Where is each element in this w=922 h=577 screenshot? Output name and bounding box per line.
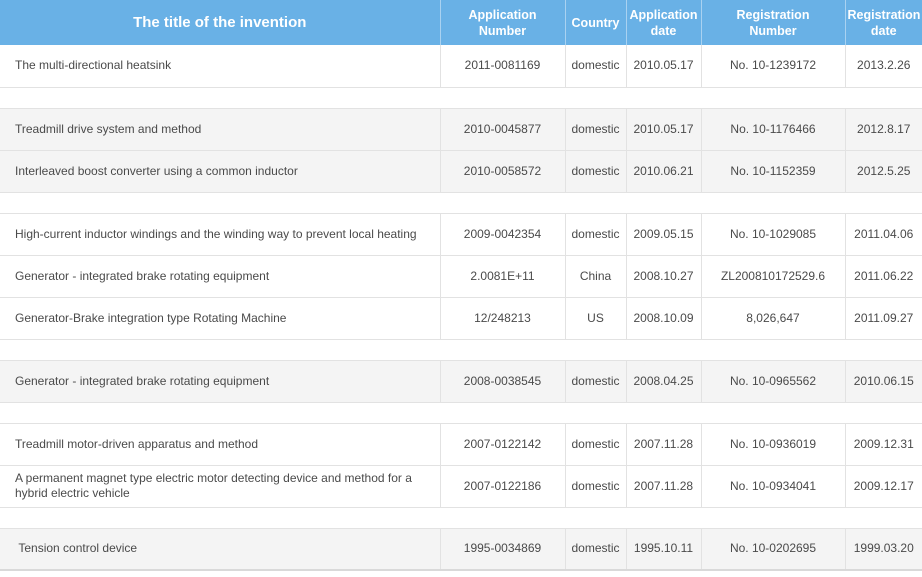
cell-registration-number: No. 10-0202695 [700,528,845,571]
table-row: Generator - integrated brake rotating eq… [0,360,922,403]
cell-registration-date: 1999.03.20 [844,528,922,571]
spacer-cell [0,339,922,361]
patent-table: The title of the invention Application N… [0,0,922,571]
cell-country: domestic [564,213,626,256]
cell-registration-number: ZL200810172529.6 [700,255,845,298]
spacer-cell [0,87,922,109]
cell-title: Generator-Brake integration type Rotatin… [0,297,440,340]
table-row: The multi-directional heatsink 2011-00811… [0,45,922,88]
cell-title: A permanent magnet type electric motor d… [0,465,440,508]
cell-registration-number: No. 10-0934041 [700,465,845,508]
group-spacer [0,507,922,529]
table-row: Interleaved boost converter using a comm… [0,150,922,193]
header-title: The title of the invention [0,0,440,45]
cell-application-number: 2011-0081169 [439,45,565,88]
cell-application-number: 2010-0058572 [439,150,565,193]
cell-application-date: 2010.05.17 [625,45,701,88]
header-row: The title of the invention Application N… [0,0,922,45]
cell-registration-date: 2010.06.15 [844,360,922,403]
cell-country: domestic [564,45,626,88]
cell-title: Generator - integrated brake rotating eq… [0,255,440,298]
cell-registration-date: 2009.12.31 [844,423,922,466]
cell-application-date: 2010.05.17 [625,108,701,151]
cell-application-number: 2.0081E+11 [439,255,565,298]
cell-country: domestic [564,150,626,193]
cell-application-number: 2007-0122142 [439,423,565,466]
cell-application-date: 2008.10.09 [625,297,701,340]
cell-application-number: 2010-0045877 [439,108,565,151]
cell-application-number: 2007-0122186 [439,465,565,508]
cell-application-date: 2008.10.27 [625,255,701,298]
cell-title: Tension control device [0,528,440,571]
cell-country: domestic [564,108,626,151]
table-row: Generator-Brake integration type Rotatin… [0,297,922,340]
group-spacer [0,402,922,424]
cell-application-number: 12/248213 [439,297,565,340]
cell-application-number: 1995-0034869 [439,528,565,571]
cell-title: High-current inductor windings and the w… [0,213,440,256]
cell-application-date: 1995.10.11 [625,528,701,571]
table-row: Generator - integrated brake rotating eq… [0,255,922,298]
cell-title: Generator - integrated brake rotating eq… [0,360,440,403]
cell-country: domestic [564,360,626,403]
cell-country: domestic [564,528,626,571]
cell-country: domestic [564,423,626,466]
group-spacer [0,192,922,214]
cell-application-date: 2010.06.21 [625,150,701,193]
table-row: High-current inductor windings and the w… [0,213,922,256]
table-row: Treadmill drive system and method 2010-00… [0,108,922,151]
table-body: The multi-directional heatsink 2011-00811… [0,45,922,571]
cell-registration-number: 8,026,647 [700,297,845,340]
cell-title: The multi-directional heatsink [0,45,440,88]
cell-application-date: 2009.05.15 [625,213,701,256]
header-application-date: Application date [625,0,701,45]
table-row: Treadmill motor-driven apparatus and met… [0,423,922,466]
cell-country: US [564,297,626,340]
spacer-cell [0,192,922,214]
cell-registration-number: No. 10-1029085 [700,213,845,256]
cell-registration-number: No. 10-1239172 [700,45,845,88]
cell-country: domestic [564,465,626,508]
cell-registration-date: 2011.04.06 [844,213,922,256]
cell-registration-number: No. 10-0965562 [700,360,845,403]
table-header: The title of the invention Application N… [0,0,922,45]
header-registration-number: Registration Number [700,0,845,45]
group-spacer [0,339,922,361]
cell-registration-date: 2013.2.26 [844,45,922,88]
cell-application-date: 2007.11.28 [625,423,701,466]
spacer-cell [0,507,922,529]
header-application-number: Application Number [439,0,565,45]
cell-title: Interleaved boost converter using a comm… [0,150,440,193]
table-row: A permanent magnet type electric motor d… [0,465,922,508]
cell-application-date: 2008.04.25 [625,360,701,403]
cell-registration-date: 2012.5.25 [844,150,922,193]
cell-title: Treadmill drive system and method [0,108,440,151]
table-row: Tension control device 1995-0034869 domest… [0,528,922,571]
cell-application-number: 2008-0038545 [439,360,565,403]
cell-registration-number: No. 10-1152359 [700,150,845,193]
cell-registration-number: No. 10-0936019 [700,423,845,466]
cell-registration-number: No. 10-1176466 [700,108,845,151]
cell-registration-date: 2011.09.27 [844,297,922,340]
cell-application-number: 2009-0042354 [439,213,565,256]
cell-country: China [564,255,626,298]
spacer-cell [0,402,922,424]
group-spacer [0,87,922,109]
cell-registration-date: 2009.12.17 [844,465,922,508]
cell-registration-date: 2011.06.22 [844,255,922,298]
header-country: Country [564,0,626,45]
cell-title: Treadmill motor-driven apparatus and met… [0,423,440,466]
cell-application-date: 2007.11.28 [625,465,701,508]
header-registration-date: Registration date [844,0,922,45]
cell-registration-date: 2012.8.17 [844,108,922,151]
